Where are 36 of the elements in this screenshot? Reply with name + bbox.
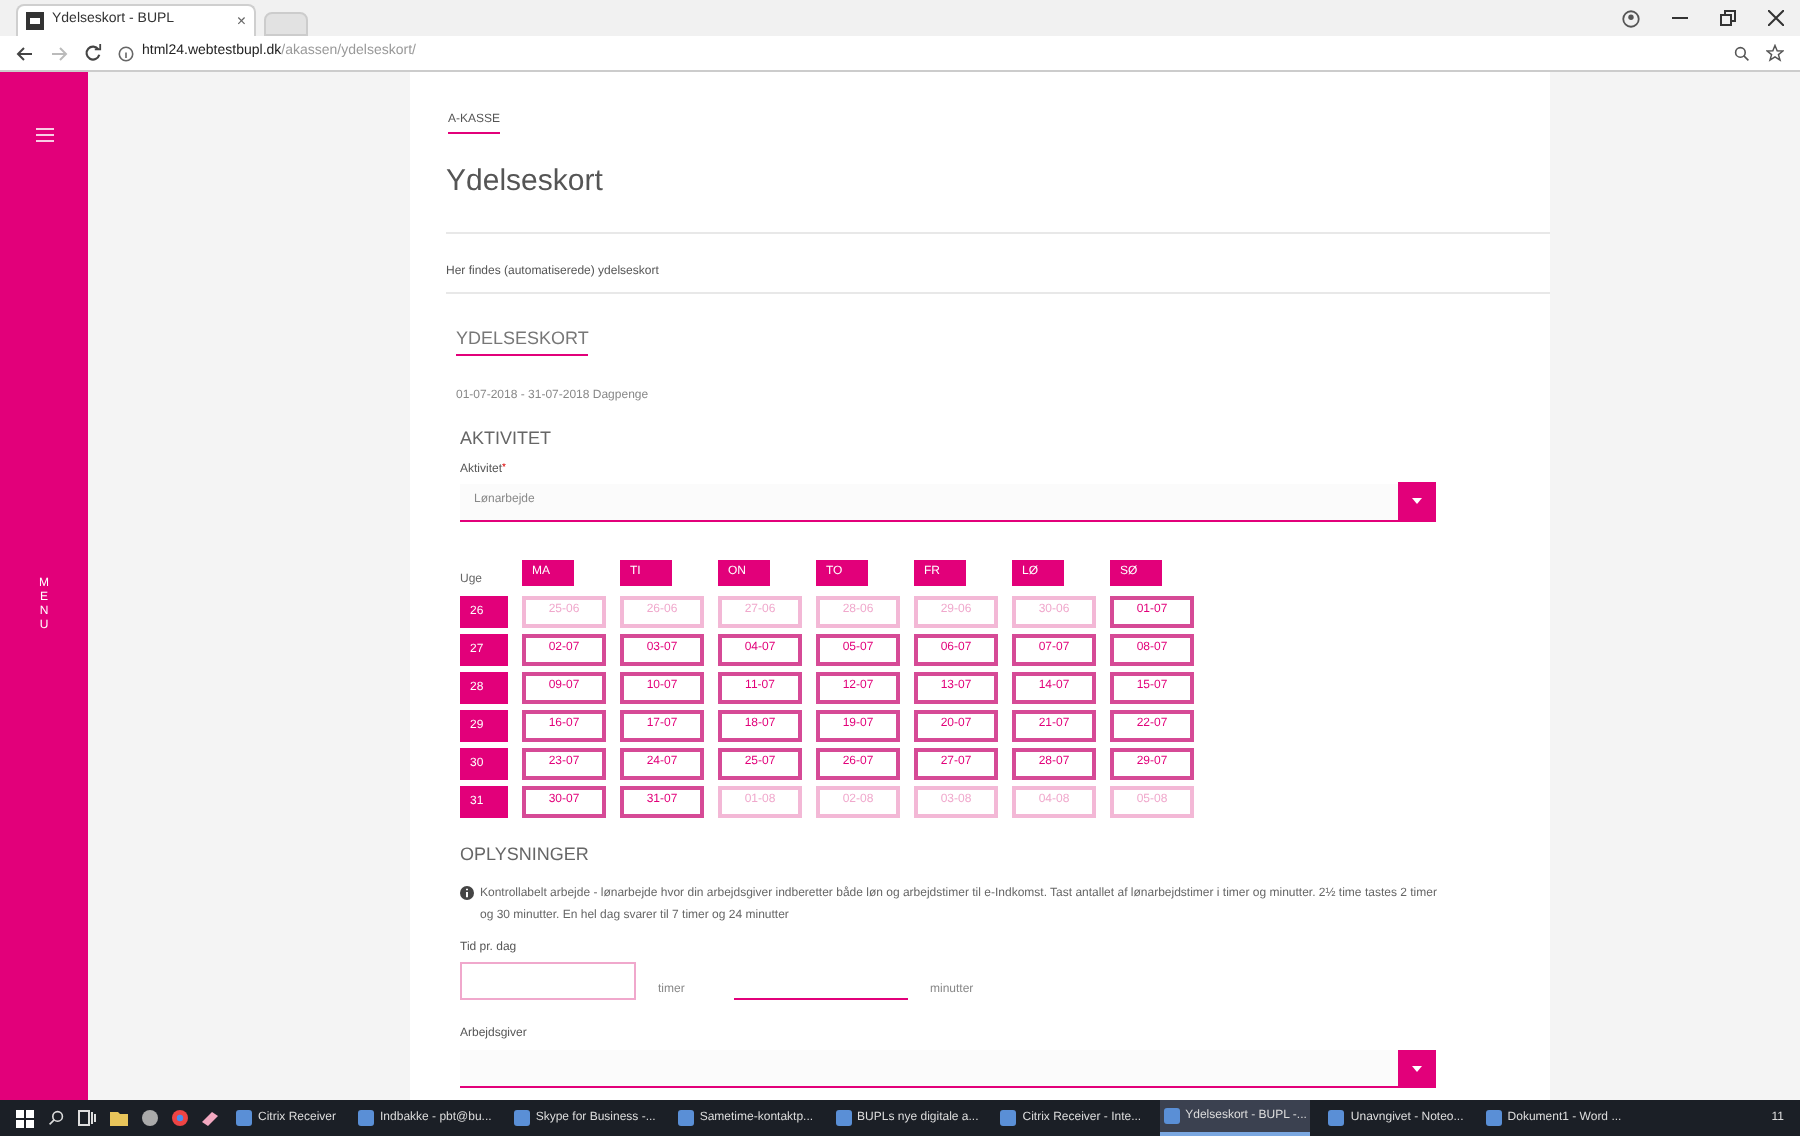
app-icon bbox=[358, 1110, 375, 1126]
info-icon bbox=[118, 45, 134, 61]
page-title: Ydelseskort bbox=[446, 162, 605, 202]
site-icon bbox=[26, 12, 44, 30]
info-icon bbox=[460, 886, 474, 900]
app-icon bbox=[1163, 1108, 1180, 1124]
app-icon bbox=[236, 1110, 252, 1126]
app-icon bbox=[1328, 1110, 1345, 1126]
star-icon[interactable] bbox=[1766, 44, 1784, 62]
app-icon bbox=[1485, 1110, 1502, 1126]
menu-icon[interactable] bbox=[35, 128, 53, 142]
back-icon[interactable] bbox=[16, 45, 34, 61]
caret-icon bbox=[1412, 1065, 1422, 1071]
info-heading: OPLYSNINGER bbox=[460, 841, 591, 867]
hours-field[interactable] bbox=[460, 962, 636, 1000]
section-title: YDELSESKORT bbox=[456, 326, 589, 355]
app-icon bbox=[677, 1110, 694, 1126]
search-icon[interactable] bbox=[48, 1110, 64, 1126]
tab-close-button[interactable]: × bbox=[236, 9, 246, 33]
windows-icon[interactable] bbox=[16, 1109, 34, 1127]
caret-icon bbox=[1412, 498, 1422, 504]
eraser-icon[interactable] bbox=[202, 1110, 218, 1126]
account-icon[interactable] bbox=[1622, 9, 1640, 27]
restore-icon[interactable] bbox=[1720, 10, 1736, 26]
folder-icon[interactable] bbox=[110, 1110, 128, 1126]
task-view-icon[interactable] bbox=[78, 1110, 96, 1126]
reload-icon[interactable] bbox=[84, 44, 102, 62]
app-icon bbox=[513, 1110, 530, 1126]
browser-icon[interactable] bbox=[172, 1110, 188, 1126]
activity-heading: AKTIVITET bbox=[460, 426, 554, 452]
employer-select[interactable] bbox=[460, 1050, 1436, 1088]
close-icon[interactable] bbox=[1768, 10, 1784, 26]
app-icon bbox=[835, 1110, 852, 1126]
zoom-icon[interactable] bbox=[1734, 45, 1750, 61]
globe-icon[interactable] bbox=[142, 1110, 158, 1126]
app-icon bbox=[1000, 1110, 1017, 1126]
